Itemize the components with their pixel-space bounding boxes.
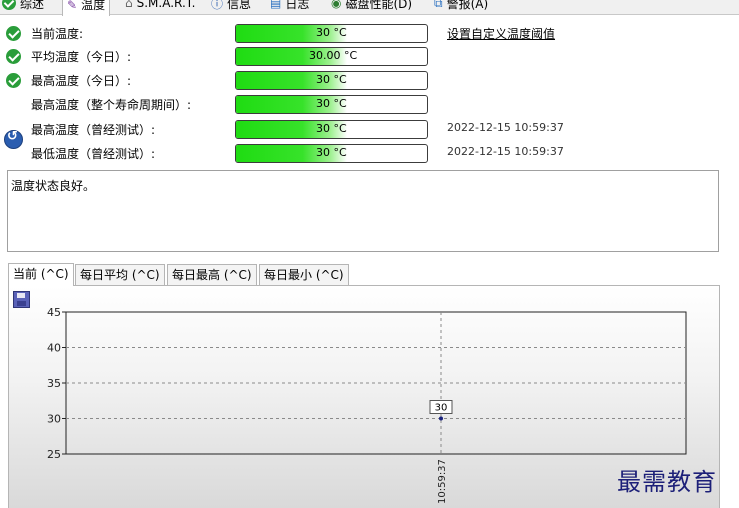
chart-tab-current[interactable]: 当前 (^C) (8, 263, 74, 286)
y-tick-label: 30 (47, 413, 61, 426)
data-label: 30 (435, 403, 448, 414)
y-tick-label: 35 (47, 377, 61, 390)
y-tick-label: 45 (47, 306, 61, 319)
watermark: 最需教育 (617, 468, 717, 496)
data-point (439, 416, 443, 421)
y-tick-label: 25 (47, 448, 61, 461)
temperature-chart: 25 30 35 40 45 10:59:37 30 (47, 306, 687, 504)
y-tick-label: 40 (47, 342, 61, 355)
x-tick-label: 10:59:37 (437, 459, 448, 504)
